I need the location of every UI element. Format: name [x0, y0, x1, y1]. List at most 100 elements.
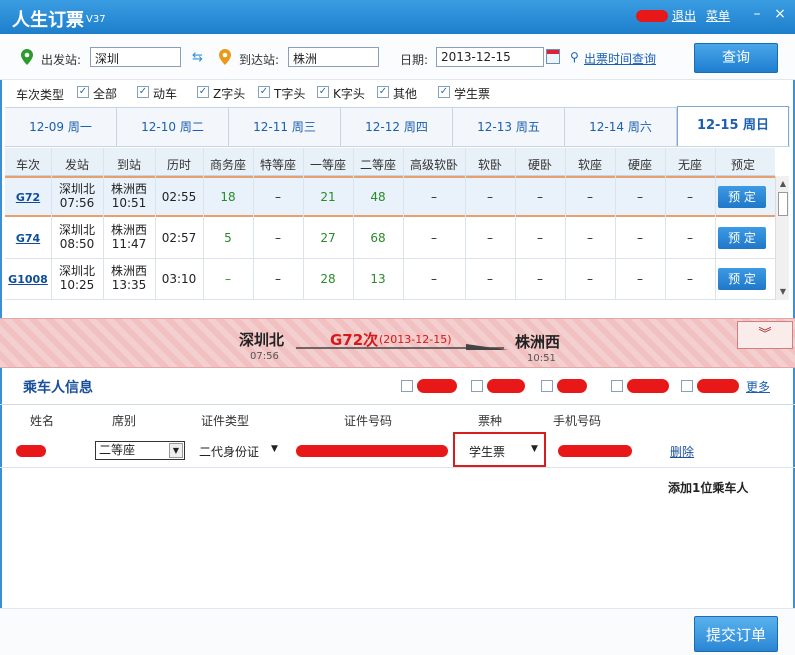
- header-book: 预定: [730, 158, 755, 172]
- soft-sleeper-seats: –: [487, 272, 493, 286]
- checkbox-k[interactable]: ✓: [317, 86, 329, 98]
- header-hsoft-sleeper: 高级软卧: [409, 158, 458, 172]
- table-row[interactable]: G72 深圳北 07:56 株洲西 10:51 02:55 18 – 21 48 –…: [5, 176, 775, 217]
- to-time: 13:35: [111, 278, 147, 292]
- journey-to-time: 10:51: [527, 353, 556, 364]
- duration: 02:57: [161, 231, 197, 245]
- tab-date-1215[interactable]: 12-15 周日: [677, 106, 789, 146]
- journey-banner: 深圳北 07:56 G72次 (2013-12-15) 株洲西 10:51 ︾: [0, 318, 795, 368]
- journey-arrow-icon: [296, 344, 508, 350]
- checkbox-student[interactable]: ✓: [438, 86, 450, 98]
- date-input[interactable]: 2013-12-15: [436, 47, 544, 67]
- minimize-button[interactable]: –: [747, 5, 767, 23]
- soft-seats: –: [587, 190, 593, 204]
- passenger-info-title: 乘车人信息: [23, 380, 93, 396]
- book-button[interactable]: 预 定: [718, 227, 766, 249]
- to-station: 株洲西: [110, 182, 147, 196]
- logout-link[interactable]: 退出: [672, 7, 696, 24]
- table-row[interactable]: G1008 深圳北 10:25 株洲西 13:35 03:10 – – 28 13 …: [5, 259, 775, 300]
- add-passenger-button[interactable]: 添加1位乘车人: [668, 479, 748, 496]
- column-divider: [353, 148, 354, 300]
- tab-date-1213[interactable]: 12-13 周五: [453, 108, 565, 146]
- passenger-checkbox[interactable]: [541, 380, 553, 392]
- train-number-link[interactable]: G72: [16, 191, 40, 204]
- business-seats: –: [225, 272, 231, 286]
- collapse-button[interactable]: ︾: [737, 321, 793, 349]
- search-bar: 出发站: 深圳 ⇆ 到达站: 株洲 日期: 2013-12-15 ⚲ 出票时间查…: [0, 34, 795, 80]
- book-button[interactable]: 预 定: [718, 186, 766, 208]
- location-pin-icon: [219, 49, 231, 65]
- menu-link[interactable]: 菜单: [706, 7, 730, 24]
- from-station-input[interactable]: 深圳: [90, 47, 181, 67]
- scroll-up-icon[interactable]: ▲: [777, 178, 789, 190]
- to-time: 11:47: [111, 237, 147, 251]
- query-button[interactable]: 查询: [694, 43, 778, 73]
- scroll-thumb[interactable]: [778, 192, 788, 216]
- to-station-input[interactable]: 株洲: [288, 47, 379, 67]
- column-divider: [715, 148, 716, 300]
- book-button[interactable]: 预 定: [718, 268, 766, 290]
- hard-sleeper-seats: –: [537, 190, 543, 204]
- journey-from-station: 深圳北: [239, 331, 285, 349]
- date-tabs: 12-09 周一 12-10 周二 12-11 周三 12-12 周四 12-1…: [5, 106, 790, 147]
- checkbox-label: K字头: [333, 87, 365, 101]
- column-divider: [103, 148, 104, 300]
- train-number-link[interactable]: G1008: [8, 273, 48, 286]
- tab-date-1211[interactable]: 12-11 周三: [229, 108, 341, 146]
- header-name: 姓名: [30, 414, 55, 428]
- tab-date-1212[interactable]: 12-12 周四: [341, 108, 453, 146]
- checkbox-all[interactable]: ✓: [77, 86, 89, 98]
- table-row[interactable]: G74 深圳北 08:50 株洲西 11:47 02:57 5 – 27 68 – …: [5, 218, 775, 259]
- checkbox-emu[interactable]: ✓: [137, 86, 149, 98]
- delete-passenger-link[interactable]: 删除: [670, 443, 694, 460]
- table-scrollbar[interactable]: ▲ ▼: [775, 176, 789, 300]
- more-passengers-link[interactable]: 更多: [746, 378, 770, 395]
- tab-date-1209[interactable]: 12-09 周一: [5, 108, 117, 146]
- tab-date-1214[interactable]: 12-14 周六: [565, 108, 677, 146]
- swap-stations-icon[interactable]: ⇆: [192, 50, 203, 65]
- passenger-checkbox[interactable]: [401, 380, 413, 392]
- passenger-checkbox[interactable]: [681, 380, 693, 392]
- from-time: 10:25: [59, 278, 95, 292]
- checkbox-z[interactable]: ✓: [197, 86, 209, 98]
- submit-order-button[interactable]: 提交订单: [694, 616, 778, 652]
- scroll-down-icon[interactable]: ▼: [777, 286, 789, 298]
- chevron-down-icon[interactable]: ▼: [531, 444, 538, 454]
- checkbox-other[interactable]: ✓: [377, 86, 389, 98]
- redacted-passenger-name: [417, 379, 457, 393]
- header-ticket-type: 票种: [478, 414, 503, 428]
- from-station-label: 出发站:: [41, 53, 82, 67]
- seat-class-select[interactable]: 二等座 ▼: [95, 441, 185, 460]
- column-divider: [665, 148, 666, 300]
- journey-from-time: 07:56: [250, 351, 279, 362]
- soft-seats: –: [587, 272, 593, 286]
- duration: 02:55: [161, 190, 197, 204]
- passenger-checkbox[interactable]: [471, 380, 483, 392]
- divider: [0, 467, 795, 468]
- chevron-down-icon[interactable]: ▼: [169, 443, 183, 458]
- first-seats: 21: [320, 190, 336, 204]
- column-divider: [51, 148, 52, 300]
- train-type-label: 车次类型: [16, 88, 65, 102]
- train-number-link[interactable]: G74: [16, 232, 40, 245]
- close-button[interactable]: ×: [770, 5, 790, 23]
- calendar-icon[interactable]: [546, 49, 560, 64]
- redacted-username: [636, 10, 668, 22]
- hard-seats: –: [637, 190, 643, 204]
- checkbox-label: 全部: [93, 87, 118, 101]
- ticket-type-select[interactable]: 学生票 ▼: [453, 432, 546, 467]
- redacted-phone: [558, 445, 632, 457]
- app-title: 人生订票: [12, 10, 84, 31]
- passenger-checkbox[interactable]: [611, 380, 623, 392]
- train-table-header: 车次 发站 到站 历时 商务座 特等座 一等座 二等座 高级软卧 软卧 硬卧 软…: [5, 148, 775, 176]
- from-station: 深圳北: [58, 182, 95, 196]
- checkbox-t[interactable]: ✓: [258, 86, 270, 98]
- chevron-down-icon[interactable]: ▼: [271, 444, 278, 454]
- header-phone: 手机号码: [553, 414, 602, 428]
- no-seats: –: [687, 231, 693, 245]
- divider: [0, 404, 795, 405]
- ticket-time-query-link[interactable]: 出票时间查询: [584, 50, 656, 67]
- id-type-select[interactable]: 二代身份证: [199, 443, 259, 460]
- tab-date-1210[interactable]: 12-10 周二: [117, 108, 229, 146]
- header-seat-class: 席别: [112, 414, 137, 428]
